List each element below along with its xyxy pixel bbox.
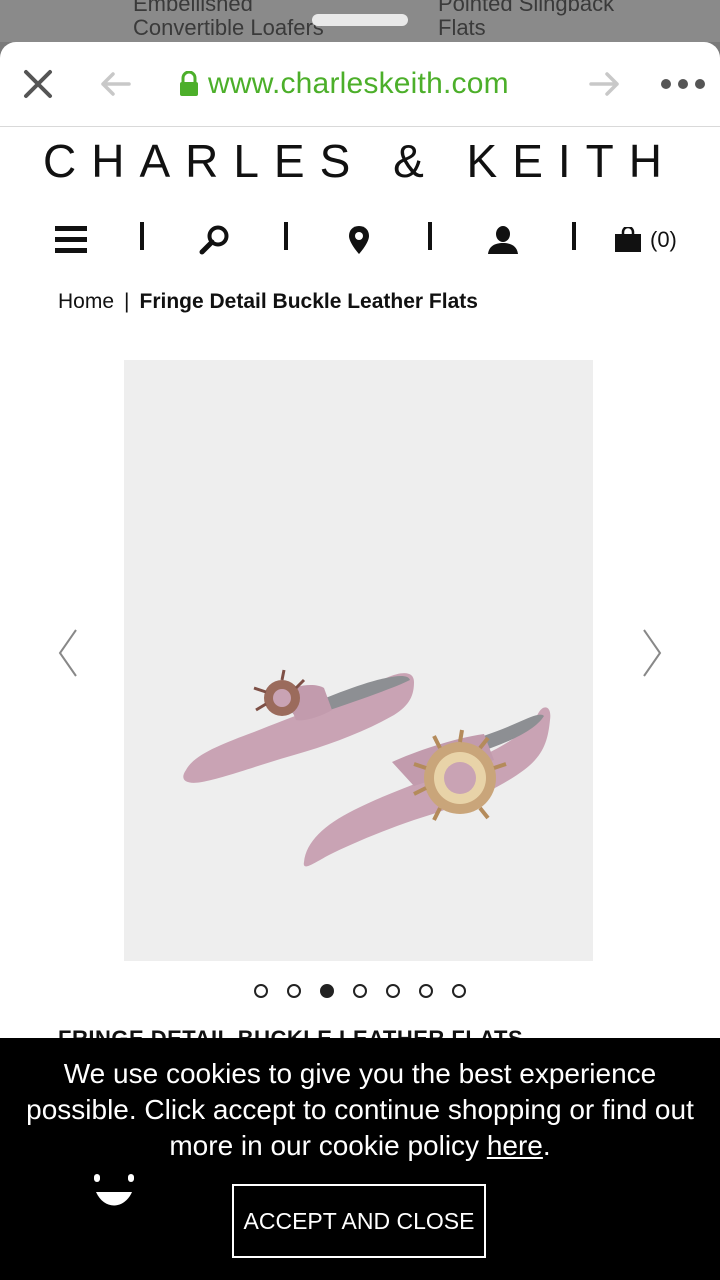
menu-icon[interactable]	[54, 222, 88, 258]
arrow-left-icon[interactable]	[98, 70, 132, 98]
gallery-prev-arrow-icon[interactable]	[56, 628, 80, 678]
cart-count: (0)	[650, 227, 677, 252]
gallery-dot[interactable]	[254, 984, 268, 998]
background-product-text: Pointed Slingback Flats	[438, 0, 615, 40]
url-text: www.charleskeith.com	[208, 67, 509, 100]
nav-divider	[572, 222, 576, 250]
shopping-bag-icon	[615, 227, 641, 252]
cookie-message-end: .	[542, 1130, 551, 1161]
gallery-dot[interactable]	[287, 984, 301, 998]
nav-divider	[140, 222, 144, 250]
breadcrumb-home[interactable]: Home	[58, 290, 114, 313]
search-icon[interactable]	[198, 222, 232, 258]
more-icon[interactable]	[660, 78, 706, 90]
cookie-banner: We use cookies to give you the best expe…	[0, 1038, 720, 1280]
accept-and-close-button[interactable]: ACCEPT AND CLOSE	[232, 1184, 486, 1258]
arrow-right-icon[interactable]	[588, 70, 622, 98]
address-bar[interactable]: www.charleskeith.com	[178, 66, 509, 102]
chat-smiley-icon[interactable]	[90, 1170, 138, 1210]
gallery-dot[interactable]	[452, 984, 466, 998]
cookie-message-text: We use cookies to give you the best expe…	[26, 1058, 694, 1161]
breadcrumb-separator: |	[124, 290, 130, 313]
close-icon[interactable]	[22, 68, 54, 100]
nav-divider	[284, 222, 288, 250]
gallery-dot[interactable]	[353, 984, 367, 998]
sheet-grabber-handle[interactable]	[312, 14, 408, 26]
brand-logo[interactable]: CHARLES & KEITH	[0, 134, 720, 188]
site-nav: (0)	[0, 218, 720, 262]
gallery-dot[interactable]	[419, 984, 433, 998]
background-product-text: Embellished Convertible Loafers	[133, 0, 324, 40]
background-product-name: Pointed Slingback Flats	[438, 0, 614, 40]
nav-divider	[428, 222, 432, 250]
gallery-next-arrow-icon[interactable]	[640, 628, 664, 678]
location-pin-icon[interactable]	[346, 222, 372, 258]
user-icon[interactable]	[486, 222, 520, 258]
lock-icon	[180, 71, 198, 96]
gallery-pagination	[254, 984, 466, 998]
gallery-dot[interactable]	[386, 984, 400, 998]
breadcrumb-current: Fringe Detail Buckle Leather Flats	[139, 290, 478, 313]
browser-sheet: www.charleskeith.com CHARLES & KEITH (0)	[0, 42, 720, 1280]
product-photo-shoes	[183, 669, 551, 867]
background-page-strip: Embellished Convertible Loafers Pointed …	[0, 0, 720, 42]
cart-button[interactable]: (0)	[614, 222, 684, 258]
breadcrumb: Home | Fringe Detail Buckle Leather Flats	[58, 290, 478, 314]
background-product-name: Embellished Convertible Loafers	[133, 0, 324, 40]
cookie-policy-link[interactable]: here	[487, 1130, 543, 1161]
cookie-message: We use cookies to give you the best expe…	[20, 1056, 700, 1164]
product-image[interactable]	[124, 360, 593, 961]
gallery-dot[interactable]	[320, 984, 334, 998]
browser-toolbar: www.charleskeith.com	[0, 42, 720, 127]
